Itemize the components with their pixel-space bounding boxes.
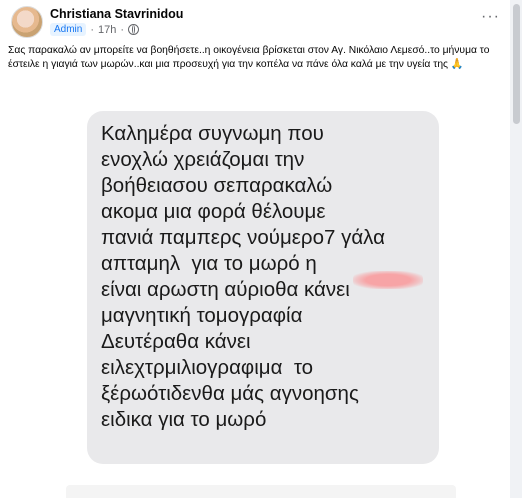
message-line: ειλεχτρμιλιογραφιμα το — [101, 356, 314, 379]
post-time[interactable]: 17h — [98, 24, 116, 36]
message-bubble: Καλημέρα συγνωμη που ενοχλώ χρειάζομαι τ… — [87, 111, 439, 464]
redacted-name-blur — [353, 271, 423, 289]
message-line: ειδικα για το μωρό — [101, 408, 267, 431]
avatar[interactable] — [11, 6, 43, 38]
message-line: μαγνητική τομογραφία — [101, 304, 303, 327]
message-line: είναι αρωστη αύριοθα κάνει — [101, 278, 350, 301]
separator-dot: · — [90, 23, 95, 36]
admin-badge[interactable]: Admin — [50, 23, 87, 36]
message-line: πανιά παμπερς νούμερο7 γάλα — [101, 226, 385, 249]
post-meta: Admin · 17h · — [50, 23, 140, 36]
globe-icon — [128, 24, 140, 35]
separator-dot: · — [120, 23, 125, 36]
message-line: απταμηλ για το μωρό η — [101, 252, 317, 275]
scrollbar-thumb[interactable] — [513, 4, 520, 124]
message-line: ενοχλώ χρειάζομαι την — [101, 148, 305, 171]
message-line: Καλημέρα συγνωμη που — [101, 122, 324, 145]
message-line: ακομα μια φορά θέλουμε — [101, 200, 326, 223]
more-horizontal-icon[interactable]: ··· — [481, 9, 500, 25]
facebook-post: Christiana Stavrinidou Admin · 17h · ···… — [0, 0, 510, 498]
message-line: βοήθειασου σεπαρακαλώ — [101, 174, 333, 197]
message-line: ξέρωότιδενθα μάς αγνοησης — [101, 382, 359, 405]
post-caption: Σας παρακαλώ αν μπορείτε να βοηθήσετε..η… — [8, 45, 490, 70]
scrollbar[interactable] — [510, 0, 522, 498]
next-message-edge — [66, 485, 456, 498]
post-header: Christiana Stavrinidou Admin · 17h · ··· — [8, 6, 508, 38]
message-line: Δευτέραθα κάνει — [101, 330, 251, 353]
author-name[interactable]: Christiana Stavrinidou — [50, 7, 183, 21]
post-photo[interactable]: Καλημέρα συγνωμη που ενοχλώ χρειάζομαι τ… — [0, 98, 510, 498]
